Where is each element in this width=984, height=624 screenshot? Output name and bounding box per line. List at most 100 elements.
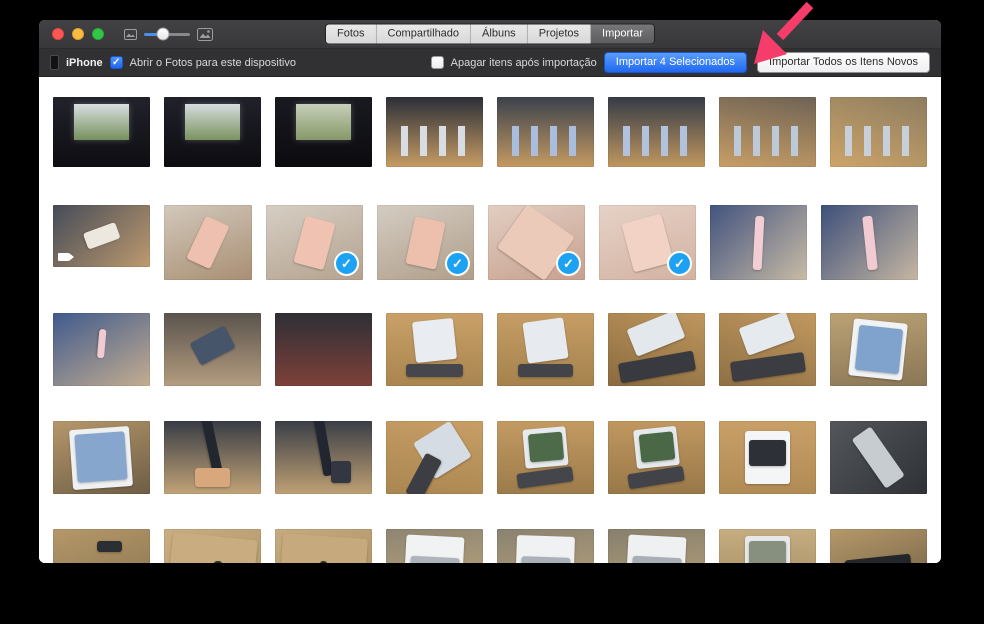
photo-detail-slab bbox=[631, 556, 682, 563]
selected-checkmark-icon[interactable]: ✓ bbox=[556, 251, 581, 276]
photo-thumbnail[interactable] bbox=[719, 529, 816, 563]
minimize-button[interactable] bbox=[72, 28, 84, 40]
photo-detail-slab bbox=[96, 541, 122, 552]
import-all-button[interactable]: Importar Todos os Itens Novos bbox=[757, 52, 930, 73]
photo-detail-slab bbox=[854, 324, 903, 375]
photo-detail-slab bbox=[166, 531, 259, 563]
photo-detail-slab bbox=[293, 215, 336, 270]
photo-thumbnail[interactable] bbox=[497, 313, 594, 386]
photo-thumbnail[interactable] bbox=[164, 313, 261, 386]
photo-thumbnail[interactable]: ✓ bbox=[377, 205, 474, 280]
photo-detail-slab bbox=[621, 213, 674, 272]
photo-thumbnail[interactable]: ✓ bbox=[488, 205, 585, 280]
photo-thumbnail[interactable] bbox=[608, 529, 705, 563]
delete-after-import-label: Apagar itens após importação bbox=[450, 56, 597, 69]
photo-thumbnail[interactable] bbox=[53, 313, 150, 386]
open-photos-checkbox-label: Abrir o Fotos para este dispositivo bbox=[129, 56, 296, 69]
photo-row bbox=[53, 529, 927, 563]
photo-detail-slab bbox=[638, 430, 675, 463]
photo-detail-slab bbox=[96, 328, 107, 359]
photo-detail-bars bbox=[400, 126, 469, 156]
photo-thumbnail[interactable] bbox=[53, 205, 150, 267]
close-button[interactable] bbox=[52, 28, 64, 40]
photo-detail-slab bbox=[752, 215, 765, 270]
photo-thumbnail[interactable] bbox=[608, 313, 705, 386]
photo-detail-slab bbox=[851, 426, 906, 489]
photo-thumbnail[interactable]: ✓ bbox=[599, 205, 696, 280]
photo-thumbnail[interactable] bbox=[710, 205, 807, 280]
tab-fotos[interactable]: Fotos bbox=[325, 24, 377, 44]
zoom-button[interactable] bbox=[92, 28, 104, 40]
photo-grid: ✓ ✓ ✓ ✓ bbox=[39, 78, 941, 563]
photo-detail-slab bbox=[518, 364, 573, 377]
photo-thumbnail[interactable] bbox=[53, 529, 150, 563]
photo-detail-screen bbox=[296, 104, 351, 141]
selected-checkmark-icon[interactable]: ✓ bbox=[667, 251, 692, 276]
tab-importar[interactable]: Importar bbox=[591, 24, 655, 44]
photo-detail-slab bbox=[278, 532, 369, 563]
iphone-icon bbox=[50, 55, 59, 70]
photo-thumbnail[interactable] bbox=[386, 97, 483, 167]
photo-thumbnail[interactable] bbox=[386, 529, 483, 563]
photo-thumbnail[interactable] bbox=[386, 421, 483, 494]
photo-detail-slab bbox=[331, 461, 351, 484]
photo-detail-slab bbox=[186, 215, 230, 270]
video-camera-icon bbox=[58, 253, 74, 261]
photo-detail-slab bbox=[617, 350, 696, 384]
photo-detail-slab bbox=[409, 556, 460, 563]
photo-detail-slab bbox=[214, 561, 223, 563]
photo-thumbnail[interactable] bbox=[275, 97, 372, 167]
photo-detail-slab bbox=[516, 466, 575, 489]
photo-thumbnail[interactable] bbox=[830, 97, 927, 167]
photo-detail-slab bbox=[522, 317, 569, 364]
photo-thumbnail[interactable] bbox=[608, 421, 705, 494]
large-thumbnails-icon bbox=[197, 27, 213, 41]
selected-checkmark-icon[interactable]: ✓ bbox=[334, 251, 359, 276]
photo-thumbnail[interactable] bbox=[830, 529, 927, 563]
photo-thumbnail[interactable] bbox=[830, 313, 927, 386]
photo-thumbnail[interactable] bbox=[53, 97, 150, 167]
photo-detail-slab bbox=[406, 364, 463, 377]
photo-thumbnail[interactable] bbox=[497, 97, 594, 167]
photo-row bbox=[53, 97, 927, 172]
photo-thumbnail[interactable] bbox=[386, 313, 483, 386]
small-thumbnails-icon bbox=[124, 28, 137, 40]
photo-thumbnail[interactable] bbox=[719, 421, 816, 494]
photo-thumbnail[interactable] bbox=[719, 97, 816, 167]
open-photos-checkbox[interactable]: ✓ bbox=[109, 56, 123, 69]
import-selected-button[interactable]: Importar 4 Selecionados bbox=[603, 52, 748, 73]
photo-thumbnail[interactable] bbox=[719, 313, 816, 386]
photo-detail-slab bbox=[843, 554, 914, 563]
tab-albuns[interactable]: Álbuns bbox=[471, 24, 528, 44]
photo-thumbnail[interactable] bbox=[608, 97, 705, 167]
tab-projetos[interactable]: Projetos bbox=[527, 24, 592, 44]
photo-detail-slab bbox=[74, 562, 128, 563]
photo-thumbnail[interactable] bbox=[164, 421, 261, 494]
photo-thumbnail[interactable] bbox=[275, 313, 372, 386]
delete-after-import-checkbox[interactable] bbox=[430, 56, 444, 69]
photo-thumbnail[interactable] bbox=[164, 529, 261, 563]
photo-detail-bars bbox=[511, 126, 580, 156]
zoom-slider[interactable] bbox=[144, 27, 190, 41]
selected-checkmark-icon[interactable]: ✓ bbox=[445, 251, 470, 276]
photo-thumbnail[interactable] bbox=[830, 421, 927, 494]
photo-detail-slab bbox=[738, 313, 797, 356]
photo-detail-slab bbox=[319, 561, 328, 563]
photo-thumbnail[interactable] bbox=[497, 529, 594, 563]
photo-detail-slab bbox=[412, 318, 457, 364]
photo-thumbnail[interactable]: ✓ bbox=[266, 205, 363, 280]
device-name: iPhone bbox=[66, 56, 103, 69]
traffic-lights bbox=[52, 28, 104, 40]
photo-thumbnail[interactable] bbox=[164, 205, 252, 280]
tab-compartilhado[interactable]: Compartilhado bbox=[376, 24, 472, 44]
photo-thumbnail[interactable] bbox=[497, 421, 594, 494]
photo-thumbnail[interactable] bbox=[275, 529, 372, 563]
photo-detail-slab bbox=[729, 351, 806, 383]
zoom-slider-knob[interactable] bbox=[156, 27, 170, 41]
photo-detail-bars bbox=[733, 126, 802, 156]
photo-thumbnail[interactable] bbox=[53, 421, 150, 494]
photo-thumbnail[interactable] bbox=[821, 205, 918, 280]
photo-thumbnail[interactable] bbox=[164, 97, 261, 167]
photo-thumbnail[interactable] bbox=[275, 421, 372, 494]
photo-detail-slab bbox=[195, 468, 230, 488]
